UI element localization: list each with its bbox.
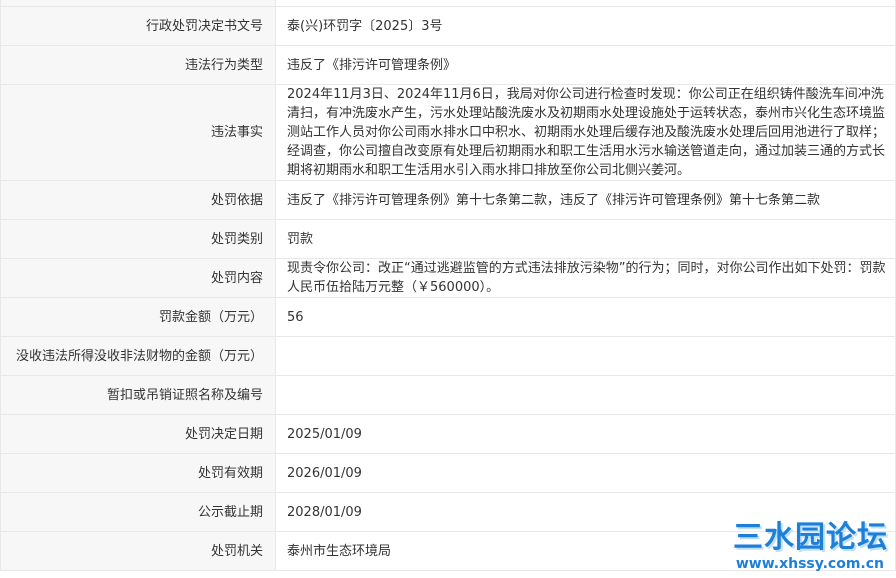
table-row-penalty-basis: 处罚依据 违反了《排污许可管理条例》第十七条第二款，违反了《排污许可管理条例》第…	[0, 180, 896, 220]
table-row-decision-date: 处罚决定日期 2025/01/09	[0, 414, 896, 454]
row-value-penalty-basis: 违反了《排污许可管理条例》第十七条第二款，违反了《排污许可管理条例》第十七条第二…	[275, 180, 896, 220]
table-row-violation-facts: 违法事实 2024年11月3日、2024年11月6日，我局对你公司进行检查时发现…	[0, 84, 896, 181]
row-value-decision-date: 2025/01/09	[275, 414, 896, 454]
table-row-penalty-category: 处罚类别 罚款	[0, 219, 896, 259]
row-label-license-suspension: 暂扣或吊销证照名称及编号	[0, 375, 276, 415]
row-value-violation-type: 违反了《排污许可管理条例》	[275, 45, 896, 85]
table-row-confiscation-amount: 没收违法所得没收非法财物的金额（万元）	[0, 336, 896, 376]
row-label-validity-period: 处罚有效期	[0, 453, 276, 493]
table-row-decision-number: 行政处罚决定书文号 泰(兴)环罚字〔2025〕3号	[0, 6, 896, 46]
row-label-violation-facts: 违法事实	[0, 84, 276, 181]
row-label-penalty-content: 处罚内容	[0, 258, 276, 298]
table-row-violation-type: 违法行为类型 违反了《排污许可管理条例》	[0, 45, 896, 85]
row-label-penalty-authority: 处罚机关	[0, 531, 276, 571]
row-label-publicity-deadline: 公示截止期	[0, 492, 276, 532]
row-value-penalty-content: 现责令你公司：改正“通过逃避监管的方式违法排放污染物”的行为；同时，对你公司作出…	[275, 258, 896, 298]
row-value-decision-number: 泰(兴)环罚字〔2025〕3号	[275, 6, 896, 46]
table-row-fine-amount: 罚款金额（万元） 56	[0, 297, 896, 337]
row-value-confiscation-amount	[275, 336, 896, 376]
row-label-decision-number: 行政处罚决定书文号	[0, 6, 276, 46]
row-label-violation-type: 违法行为类型	[0, 45, 276, 85]
penalty-detail-table: 行政处罚决定书文号 泰(兴)环罚字〔2025〕3号 违法行为类型 违反了《排污许…	[0, 0, 896, 571]
row-value-publicity-deadline: 2028/01/09	[275, 492, 896, 532]
row-value-violation-facts: 2024年11月3日、2024年11月6日，我局对你公司进行检查时发现：你公司正…	[275, 84, 896, 181]
row-label-confiscation-amount: 没收违法所得没收非法财物的金额（万元）	[0, 336, 276, 376]
row-label-penalty-category: 处罚类别	[0, 219, 276, 259]
row-label-confiscation-amount-text: 没收违法所得没收非法财物的金额（万元）	[15, 348, 263, 364]
table-row-license-suspension: 暂扣或吊销证照名称及编号	[0, 375, 896, 415]
row-value-fine-amount: 56	[275, 297, 896, 337]
table-row-validity-period: 处罚有效期 2026/01/09	[0, 453, 896, 493]
row-value-validity-period: 2026/01/09	[275, 453, 896, 493]
row-label-decision-date: 处罚决定日期	[0, 414, 276, 454]
row-value-penalty-category: 罚款	[275, 219, 896, 259]
table-row-penalty-authority: 处罚机关 泰州市生态环境局	[0, 531, 896, 571]
row-value-penalty-authority: 泰州市生态环境局	[275, 531, 896, 571]
row-label-penalty-basis: 处罚依据	[0, 180, 276, 220]
table-row-publicity-deadline: 公示截止期 2028/01/09	[0, 492, 896, 532]
page: 行政处罚决定书文号 泰(兴)环罚字〔2025〕3号 违法行为类型 违反了《排污许…	[0, 0, 896, 578]
row-label-fine-amount: 罚款金额（万元）	[0, 297, 276, 337]
row-value-license-suspension	[275, 375, 896, 415]
table-row-penalty-content: 处罚内容 现责令你公司：改正“通过逃避监管的方式违法排放污染物”的行为；同时，对…	[0, 258, 896, 298]
